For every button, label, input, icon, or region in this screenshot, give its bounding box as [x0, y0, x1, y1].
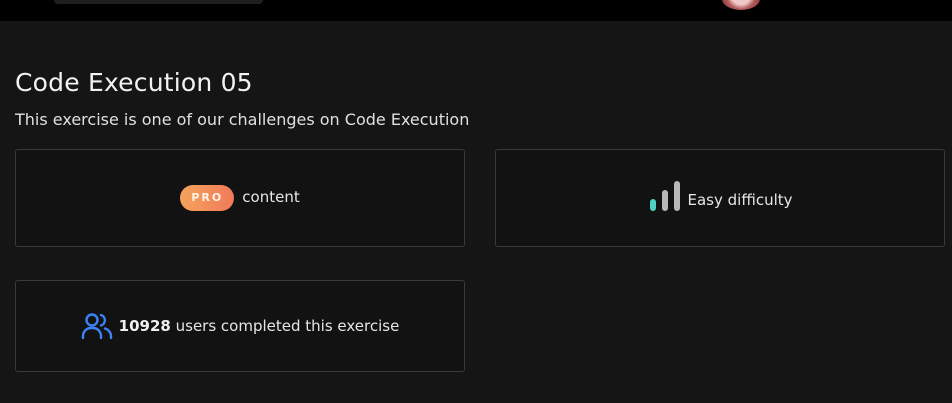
pro-badge: PRO [180, 185, 235, 211]
pro-content-card: PRO content [15, 149, 465, 247]
difficulty-card: Easy difficulty [495, 149, 945, 247]
users-completed-count: 10928 [118, 317, 171, 335]
user-avatar[interactable] [722, 0, 760, 10]
page-title: Code Execution 05 [15, 68, 253, 97]
difficulty-bar-1 [649, 199, 656, 211]
difficulty-bar-3 [673, 181, 680, 211]
difficulty-bar-2 [661, 190, 668, 211]
page-subtitle: This exercise is one of our challenges o… [15, 110, 470, 129]
users-completed-label: 10928 users completed this exercise [119, 317, 400, 335]
search-bar[interactable] [54, 0, 263, 4]
difficulty-bars-icon [649, 181, 680, 211]
users-completed-card: 10928 users completed this exercise [15, 280, 465, 372]
top-navigation-bar [0, 0, 952, 21]
users-completed-text: users completed this exercise [175, 317, 400, 335]
pro-content-label: content [242, 188, 300, 206]
users-icon [81, 313, 112, 340]
difficulty-label: Easy difficulty [687, 191, 793, 209]
